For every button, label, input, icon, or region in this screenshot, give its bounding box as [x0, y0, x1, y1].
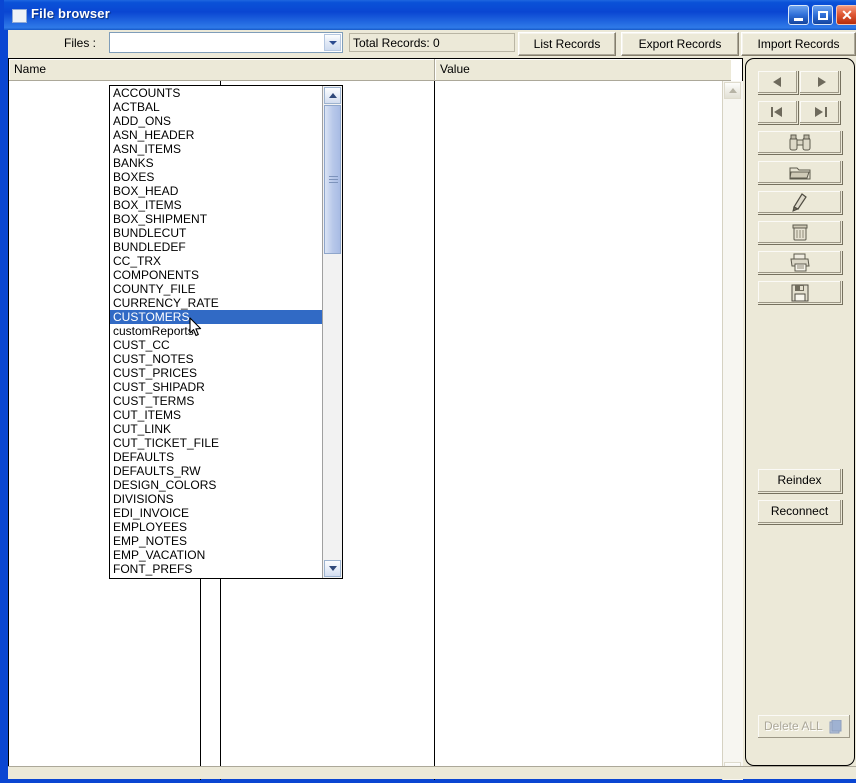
- dropdown-item[interactable]: ADD_ONS: [110, 114, 322, 128]
- dropdown-item[interactable]: CC_TRX: [110, 254, 322, 268]
- dropdown-item[interactable]: CUST_CC: [110, 338, 322, 352]
- dropdown-item[interactable]: BUNDLECUT: [110, 226, 322, 240]
- dropdown-item[interactable]: COMPONENTS: [110, 268, 322, 282]
- client-area: Files : Total Records: 0 List Records Ex…: [8, 30, 856, 780]
- dropdown-item[interactable]: DEFAULTS: [110, 450, 322, 464]
- database-icon: [828, 719, 842, 743]
- dropdown-item[interactable]: BOX_HEAD: [110, 184, 322, 198]
- dropdown-item[interactable]: CUSTOMERS: [110, 310, 322, 324]
- files-combobox-value[interactable]: [113, 36, 313, 51]
- arrow-right-icon: [815, 107, 823, 117]
- listview-vertical-scrollbar[interactable]: [722, 81, 743, 780]
- total-records-label: Total Records: 0: [353, 36, 440, 50]
- files-dropdown-list[interactable]: ACCOUNTS ACTBAL ADD_ONS ASN_HEADER ASN_ITEMS…: [109, 85, 343, 579]
- dropdown-item[interactable]: FONT_PREFS: [110, 562, 322, 576]
- close-button[interactable]: ✕: [836, 5, 856, 25]
- dropdown-item[interactable]: BUNDLEDEF: [110, 240, 322, 254]
- export-records-button[interactable]: Export Records: [621, 32, 739, 56]
- import-records-button[interactable]: Import Records: [741, 32, 856, 56]
- bar-icon: [771, 107, 773, 117]
- bar-icon: [825, 107, 827, 117]
- dropdown-item[interactable]: BOX_SHIPMENT: [110, 212, 322, 226]
- next-record-button[interactable]: [799, 70, 840, 94]
- delete-all-label: Delete ALL: [764, 719, 823, 733]
- first-record-button[interactable]: [757, 100, 798, 124]
- status-bar: [8, 766, 856, 779]
- dropdown-item[interactable]: ACTBAL: [110, 100, 322, 114]
- floppy-disk-icon: [791, 284, 808, 302]
- dropdown-item[interactable]: EMP_VACATION: [110, 548, 322, 562]
- dropdown-item[interactable]: BOXES: [110, 170, 322, 184]
- scroll-down-icon[interactable]: [324, 560, 341, 577]
- dropdown-item[interactable]: CUST_PRICES: [110, 366, 322, 380]
- window-icon: [12, 9, 27, 23]
- column-header-value[interactable]: Value: [435, 59, 731, 81]
- dropdown-item[interactable]: ASN_HEADER: [110, 128, 322, 142]
- arrow-right-icon: [818, 77, 826, 87]
- edit-button[interactable]: [757, 190, 842, 214]
- dropdown-item[interactable]: EMPLOYEES: [110, 520, 322, 534]
- last-record-button[interactable]: [799, 100, 840, 124]
- top-toolbar: Files : Total Records: 0 List Records Ex…: [8, 30, 856, 58]
- dropdown-item[interactable]: CUST_NOTES: [110, 352, 322, 366]
- reconnect-button[interactable]: Reconnect: [757, 499, 842, 524]
- dropdown-item[interactable]: CURRENCY_RATE: [110, 296, 322, 310]
- printer-icon: [789, 253, 810, 272]
- dropdown-item[interactable]: ASN_ITEMS: [110, 142, 322, 156]
- dropdown-item[interactable]: DEFAULTS_RW: [110, 464, 322, 478]
- total-records-field: Total Records: 0: [349, 33, 515, 52]
- dropdown-item[interactable]: EDI_INVOICE: [110, 506, 322, 520]
- dropdown-item[interactable]: DESIGN_COLORS: [110, 478, 322, 492]
- grid-divider: [434, 81, 435, 780]
- title-bar: File browser ✕: [4, 0, 856, 30]
- arrow-left-icon: [773, 77, 781, 87]
- dropdown-item[interactable]: EMP_NOTES: [110, 534, 322, 548]
- dropdown-scrollbar[interactable]: [322, 86, 342, 578]
- dropdown-item[interactable]: customReports: [110, 324, 322, 338]
- dropdown-item[interactable]: CUT_LINK: [110, 422, 322, 436]
- dropdown-item[interactable]: COUNTY_FILE: [110, 282, 322, 296]
- arrow-left-icon: [774, 107, 782, 117]
- dropdown-items[interactable]: ACCOUNTS ACTBAL ADD_ONS ASN_HEADER ASN_ITEMS…: [110, 86, 322, 578]
- minimize-button[interactable]: [788, 5, 809, 25]
- dropdown-item[interactable]: BANKS: [110, 156, 322, 170]
- window-title: File browser: [31, 6, 110, 21]
- dropdown-item[interactable]: DIVISIONS: [110, 492, 322, 506]
- delete-button[interactable]: [757, 220, 842, 244]
- dropdown-item[interactable]: CUT_ITEMS: [110, 408, 322, 422]
- files-combobox[interactable]: [109, 32, 343, 53]
- open-button[interactable]: [757, 160, 842, 184]
- files-label: Files :: [64, 36, 97, 50]
- binoculars-icon: [789, 134, 810, 151]
- pencil-icon: [791, 193, 807, 212]
- find-button[interactable]: [757, 130, 842, 154]
- scroll-up-icon[interactable]: [724, 82, 741, 99]
- dropdown-item[interactable]: CUT_TICKET_FILE: [110, 436, 322, 450]
- file-browser-window: File browser ✕ Files : Total Records: 0 …: [0, 0, 856, 783]
- scrollbar-thumb[interactable]: [324, 105, 341, 254]
- save-button[interactable]: [757, 280, 842, 304]
- dropdown-item[interactable]: CUST_TERMS: [110, 394, 322, 408]
- column-header-name[interactable]: Name: [9, 59, 435, 81]
- print-button[interactable]: [757, 250, 842, 274]
- scroll-up-icon[interactable]: [324, 87, 341, 104]
- trash-icon: [792, 224, 807, 241]
- dropdown-item[interactable]: ACCOUNTS: [110, 86, 322, 100]
- dropdown-item[interactable]: BOX_ITEMS: [110, 198, 322, 212]
- side-toolbar-panel: Reindex Reconnect Delete ALL: [745, 58, 855, 766]
- maximize-button[interactable]: [812, 5, 833, 25]
- dropdown-item[interactable]: CUST_SHIPADR: [110, 380, 322, 394]
- reindex-button[interactable]: Reindex: [757, 468, 842, 493]
- chevron-down-icon[interactable]: [324, 34, 341, 51]
- folder-icon: [788, 167, 810, 180]
- delete-all-button[interactable]: Delete ALL: [757, 714, 851, 739]
- grid-divider: [200, 552, 201, 780]
- list-records-button[interactable]: List Records: [518, 32, 616, 56]
- previous-record-button[interactable]: [757, 70, 798, 94]
